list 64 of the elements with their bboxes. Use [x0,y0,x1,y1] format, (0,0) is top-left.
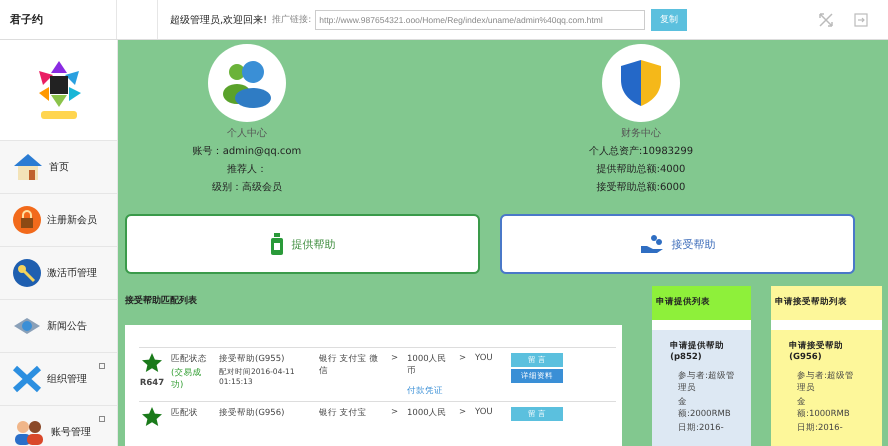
request-code: (G956) [789,352,823,362]
request-title: 申请接受帮助 [789,340,844,352]
status-result: (交易成功) [171,367,202,391]
info-text: 提供帮助总额:4000 [596,162,686,176]
star-icon [142,407,162,426]
arrow-text: > [391,353,400,363]
key-icon [12,258,42,288]
exit-icon[interactable] [854,12,868,26]
request-detail: 金额:1000RMB [797,396,851,420]
info-text: 个人总资产:10983299 [588,144,694,158]
sidebar-item[interactable]: 组织管理 [0,353,117,406]
payment-methods: 银行 支付宝 [319,407,368,419]
promo-label: 推广链接: [272,14,312,26]
promo-url-field[interactable]: http://www.987654321.ooo/Home/Reg/index/uname/admin%40qq.com.html [315,10,646,30]
sidebar-item[interactable]: 激活币管理 [0,247,117,300]
receive-help-button[interactable]: 接受帮助 [500,214,855,274]
request-title: 申请提供帮助 [670,340,726,352]
expand-icon [99,416,105,422]
info-text: 接受帮助总额:6000 [596,180,686,194]
shield-icon [619,58,663,108]
receiver-text: YOU [475,407,494,417]
match-status: 匹配状态 [171,353,208,365]
arrows-icon [12,365,42,393]
panel-header: 申请提供列表 [652,286,752,320]
sidebar-item[interactable]: 账号管理 [0,406,117,446]
jar-icon [270,233,284,255]
welcome-text: 超级管理员,欢迎回来! [170,14,268,26]
expand-icon [99,363,105,369]
request-detail: 参与者:超级管理员 [678,370,736,394]
house-icon [12,152,44,182]
site-name: 君子约 [10,12,43,27]
info-text: 级别：高级会员 [212,180,282,194]
arrow-text: > [459,407,468,417]
provide-help-button[interactable]: 提供帮助 [125,214,480,274]
eye-icon [12,315,42,337]
payment-methods: 银行 支付宝 微信 [319,353,380,377]
sidebar-item[interactable]: 新闻公告 [0,300,117,353]
people-icon [12,418,46,446]
arrow-text: > [459,353,468,363]
hand-coins-icon [640,234,664,254]
info-text: 推荐人： [227,162,267,176]
info-text: 账号：admin@qq.com [192,144,302,158]
request-detail: 金额:2000RMB [678,396,732,420]
request-code: (p852) [670,352,703,362]
receiver-text: YOU [475,353,494,363]
match-status: 匹配状 [171,407,199,419]
request-detail: 日期:2016- [678,422,725,434]
request-title: 接受帮助(G955) [219,353,286,365]
star-icon [142,353,162,372]
record-id: R647 [140,378,164,388]
request-detail: 参与者:超级管理员 [797,370,855,394]
sidebar-item[interactable]: 首页 [0,141,117,194]
arrow-text: > [391,407,400,417]
section-title: 个人中心 [227,126,267,140]
fullscreen-icon[interactable] [818,12,834,28]
sidebar-item[interactable]: 注册新会员 [0,194,117,247]
payment-proof-link[interactable]: 付款凭证 [407,385,453,397]
padlock-icon [12,205,42,235]
section-title: 财务中心 [621,126,661,140]
request-detail: 日期:2016- [797,422,844,434]
amount-text: 1000人民 [407,407,448,419]
amount-text: 1000人民币 [407,353,448,377]
request-title: 接受帮助(G956) [219,407,286,419]
list-title: 接受帮助匹配列表 [125,294,198,307]
